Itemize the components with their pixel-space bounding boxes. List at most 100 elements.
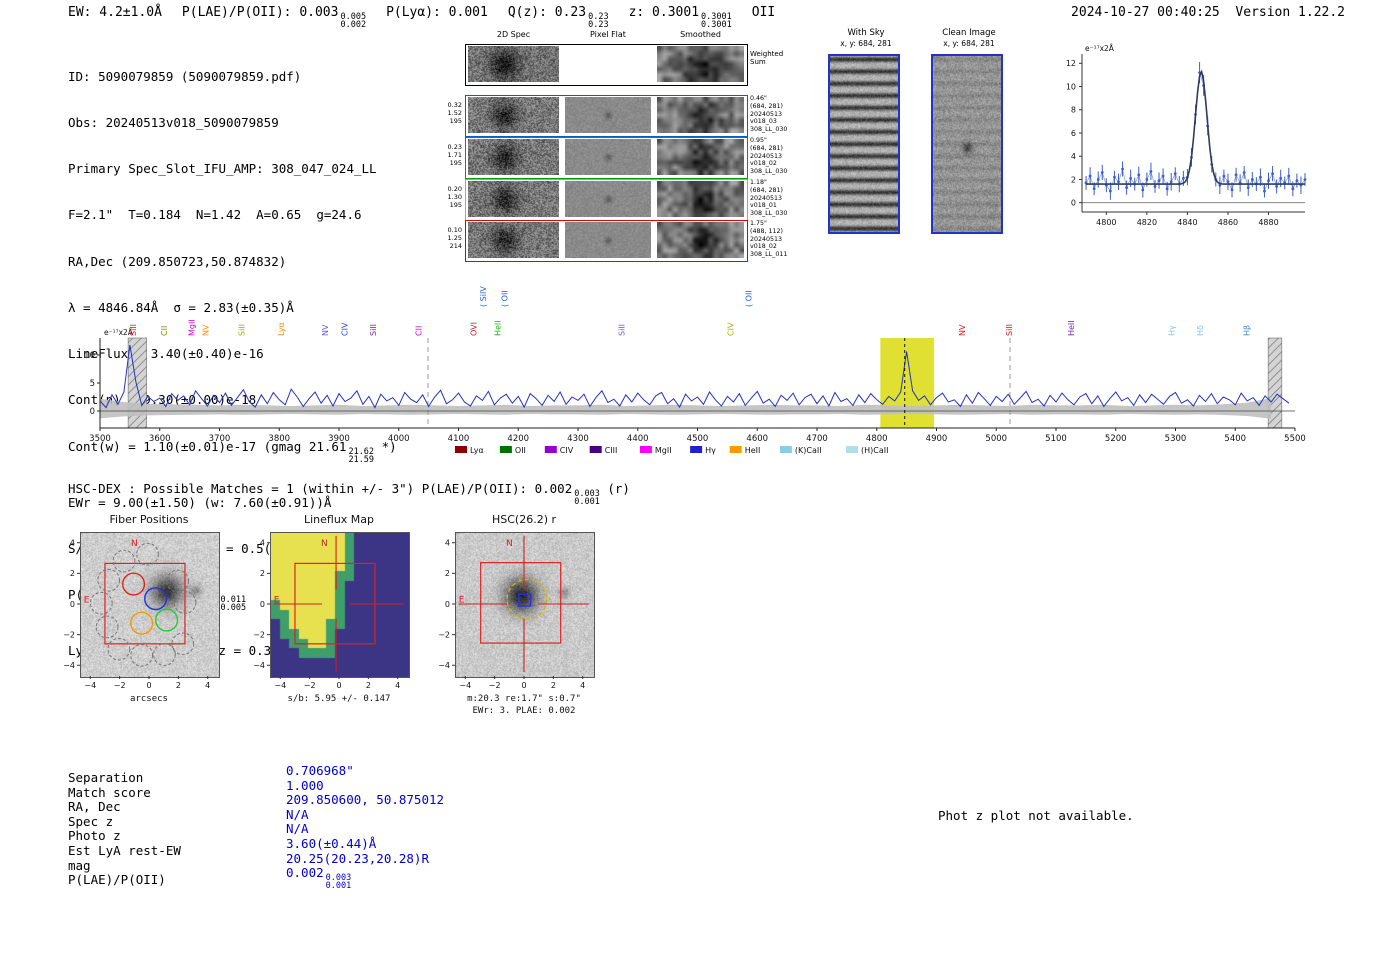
cutout-row-left-values: 0.23 1.71 195 — [428, 143, 462, 167]
header-summary-line: EW: 4.2±1.0Å P(LAE)/P(OII): 0.003 0.005 0.0… — [68, 5, 795, 29]
svg-text:E: E — [459, 595, 465, 605]
match-table-label: RA, Dec — [68, 799, 121, 815]
match-table-value: N/A — [286, 821, 309, 837]
svg-text:−4: −4 — [253, 661, 265, 670]
svg-text:4: 4 — [70, 539, 75, 548]
fiber-weight-value: 1.52 — [447, 109, 462, 117]
fiber-annotation-line: 20240513 — [750, 235, 783, 243]
fiber-annotation-line: 20240513 — [750, 110, 783, 118]
match-table-row: Photo z N/A — [68, 821, 444, 843]
svg-text:5100: 5100 — [1045, 434, 1067, 444]
weighted-sum-row-border — [465, 44, 748, 86]
pixel-flat-image — [565, 97, 651, 133]
svg-text:3800: 3800 — [268, 434, 290, 444]
svg-text:arcsecs: arcsecs — [130, 694, 168, 704]
report-version: Version 1.22.2 — [1235, 5, 1345, 20]
fiber-annotation-line: (488, 112) — [750, 227, 783, 235]
svg-text:Lyα: Lyα — [277, 322, 286, 336]
svg-text:4400: 4400 — [627, 434, 649, 444]
summary-id: ID: 5090079859 (5090079859.pdf) — [68, 68, 302, 84]
svg-text:4000: 4000 — [388, 434, 410, 444]
svg-text:(K)CaII: (K)CaII — [795, 446, 822, 455]
cutout-row-left-values: 0.10 1.25 214 — [428, 226, 462, 250]
smoothed-image — [657, 222, 744, 258]
svg-text:CIV: CIV — [560, 446, 574, 455]
lineflux-map-overlay: Lineflux Map −4 −4 −2 −2 0 0 2 2 4 4 s/b: 5.95 +/- … — [253, 513, 405, 704]
svg-text:CIV: CIV — [340, 322, 349, 336]
svg-text:5200: 5200 — [1105, 434, 1127, 444]
match-table-row: mag 20.25(20.23,20.28)R — [68, 851, 444, 873]
report-timestamp: 2024-10-27 00:40:25 Version 1.22.2 — [1071, 5, 1345, 20]
match-table-value: 3.60(±0.44)Å — [286, 835, 377, 851]
fiber-weight-value: 0.20 — [447, 185, 462, 193]
svg-text:3900: 3900 — [328, 434, 350, 444]
match-table-label: mag — [68, 857, 91, 873]
summary-seeing: F=2.1" T=0.184 N=1.42 A=0.65 g=24.6 — [68, 207, 362, 223]
svg-text:−4: −4 — [459, 681, 471, 690]
svg-text:12: 12 — [1066, 59, 1076, 68]
weighted-sum-label: Weighted Sum — [750, 50, 798, 66]
svg-text:3500: 3500 — [89, 434, 111, 444]
svg-text:CII: CII — [415, 326, 424, 336]
svg-text:Hγ: Hγ — [705, 446, 716, 455]
hsc-cutout-overlay: HSC(26.2) r −4 −4 −2 −2 0 0 2 2 4 4 m:20.3 re:1.7" … — [438, 513, 590, 716]
svg-text:4900: 4900 — [926, 434, 948, 444]
svg-text:( SiIV: ( SiIV — [479, 286, 488, 307]
svg-text:MgII: MgII — [187, 319, 196, 336]
svg-text:NV: NV — [958, 324, 967, 336]
smoothed-image — [657, 139, 744, 175]
with-sky-image — [828, 54, 900, 234]
svg-text:3600: 3600 — [149, 434, 171, 444]
summary-obs: Obs: 20240513v018_5090079859 — [68, 115, 279, 131]
svg-text:Hγ: Hγ — [1167, 325, 1176, 336]
fiber-weight-value: 0.23 — [447, 143, 462, 151]
fiber-weight-value: 1.30 — [447, 193, 462, 201]
cutout-row-annotation: 0.95" (684, 281) 20240513 v018_02 308_LL_030 — [750, 137, 802, 176]
svg-text:6: 6 — [1071, 129, 1076, 138]
cutout-row-annotation: 1.18" (684, 281) 20240513 v018_01 308_LL_030 — [750, 179, 802, 218]
svg-text:−4: −4 — [63, 661, 75, 670]
hsc-cutout-panel: HSC(26.2) r −4 −4 −2 −2 0 0 2 2 4 4 m:20.3 re:1.7" … — [435, 508, 615, 728]
match-table-row: Separation 0.706968" — [68, 763, 444, 785]
fiber-positions-overlay: Fiber Positions −4 −4 −2 −2 0 0 2 2 4 4 arcsecs N E — [63, 513, 210, 704]
svg-text:0: 0 — [521, 681, 526, 690]
full-spectrum-plot: 3500 3600 3700 3800 3900 4000 4100 4200 4300 4400… — [84, 286, 1306, 455]
svg-text:SiII: SiII — [129, 324, 138, 336]
svg-text:4100: 4100 — [448, 434, 470, 444]
fiber-annotation-line: 20240513 — [750, 194, 783, 202]
fiber-annotation-line: 308_LL_030 — [750, 210, 788, 218]
svg-text:e⁻¹⁷x2Å: e⁻¹⁷x2Å — [1085, 44, 1115, 53]
plae-poii-value: P(LAE)/P(OII): 0.003 0.005 0.002 — [181, 5, 367, 31]
catalog-match-table: Separation 0.706968" Match score 1.000 RA, D… — [68, 763, 444, 891]
svg-text:4600: 4600 — [746, 434, 768, 444]
svg-text:s/b: 5.95 +/- 0.147: s/b: 5.95 +/- 0.147 — [288, 694, 391, 704]
fiber-annotation-line: 1.18" — [750, 179, 767, 186]
svg-text:4880: 4880 — [1258, 218, 1278, 227]
fiber-annotation-line: 0.95" — [750, 137, 767, 144]
svg-text:4: 4 — [395, 681, 400, 690]
svg-text:E: E — [84, 595, 90, 605]
match-table-label: Separation — [68, 770, 144, 785]
svg-text:2: 2 — [70, 569, 75, 578]
match-table-value: 20.25(20.23,20.28)R — [286, 850, 429, 866]
match-table-label: Match score — [68, 784, 151, 800]
svg-text:5000: 5000 — [985, 434, 1007, 444]
column-header-pixel-flat: Pixel Flat — [590, 30, 626, 39]
match-table-row: P(LAE)/P(OII) 0.002 0.003 0.001 — [68, 865, 444, 890]
svg-text:5400: 5400 — [1224, 434, 1246, 444]
qz-value: Q(z): 0.23 0.23 0.23 — [507, 5, 609, 31]
svg-text:CIII: CIII — [605, 446, 618, 455]
svg-text:−2: −2 — [63, 630, 75, 639]
2d-spec-image — [468, 139, 559, 175]
svg-text:HeII: HeII — [745, 446, 761, 455]
fiber-annotation-line: v018_02 — [750, 160, 777, 168]
fiber-annotation-line: (684, 281) — [750, 186, 783, 194]
svg-text:Hβ: Hβ — [1243, 325, 1252, 336]
svg-text:2: 2 — [176, 681, 181, 690]
smoothed-image — [657, 97, 744, 133]
classification-label: OII — [751, 5, 776, 20]
with-sky-coords: x, y: 684, 281 — [840, 39, 892, 48]
svg-text:m:20.3 re:1.7" s:0.7": m:20.3 re:1.7" s:0.7" — [467, 694, 581, 704]
line-fit-plot: 0 2 4 6 8 10 12 4800 4820 4840 4860 4880 e⁻¹⁷x2Å — [1066, 44, 1307, 227]
svg-text:(H)CaII: (H)CaII — [861, 446, 888, 455]
